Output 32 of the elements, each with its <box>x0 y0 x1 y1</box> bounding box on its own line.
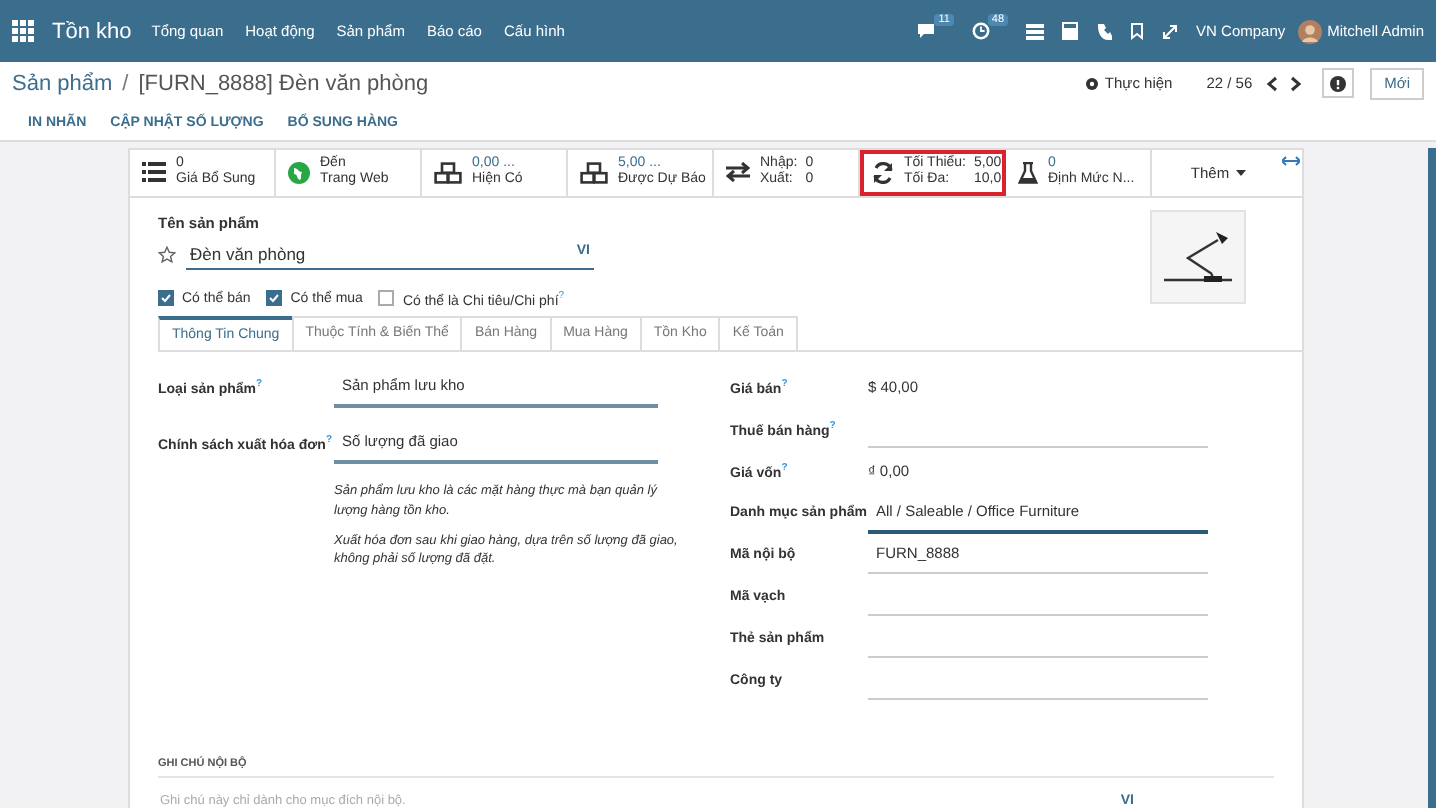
checkbox[interactable] <box>266 290 283 307</box>
flask-icon <box>1018 161 1038 184</box>
breadcrumb-separator: / <box>122 71 129 95</box>
star-icon[interactable] <box>158 246 176 265</box>
clock-icon[interactable] <box>971 22 990 40</box>
scrollbar[interactable] <box>1428 148 1436 808</box>
checkbox[interactable] <box>378 290 395 307</box>
resize-icon[interactable] <box>1282 154 1300 168</box>
help-button[interactable] <box>1322 68 1355 98</box>
calculator-icon[interactable] <box>1062 22 1079 40</box>
globe-icon <box>288 161 310 184</box>
phone-icon[interactable] <box>1096 22 1113 40</box>
app-name[interactable]: Tồn kho <box>52 19 132 43</box>
bookmark-icon[interactable] <box>1130 22 1145 40</box>
desk-lamp-drawing <box>1164 226 1232 287</box>
expand-icon[interactable] <box>1162 23 1179 39</box>
refresh-icon <box>872 161 894 184</box>
product-image[interactable] <box>1150 209 1246 304</box>
list-icon[interactable] <box>1026 23 1045 39</box>
apps-menu-icon[interactable] <box>12 20 34 42</box>
cubes-icon <box>580 161 608 184</box>
cubes-icon <box>434 161 462 184</box>
checkbox[interactable] <box>158 290 174 307</box>
breadcrumb-link[interactable]: Sản phẩm <box>12 71 113 95</box>
chat-icon[interactable] <box>916 22 937 40</box>
caret-icon <box>1235 169 1246 176</box>
previous-icon[interactable] <box>1266 75 1279 91</box>
breadcrumb-current: [FURN_8888] Đèn văn phòng <box>138 71 429 95</box>
next-icon[interactable] <box>1290 75 1303 91</box>
list-icon <box>142 162 166 183</box>
avatar-icon <box>1297 19 1322 43</box>
exchange-icon <box>726 162 750 183</box>
